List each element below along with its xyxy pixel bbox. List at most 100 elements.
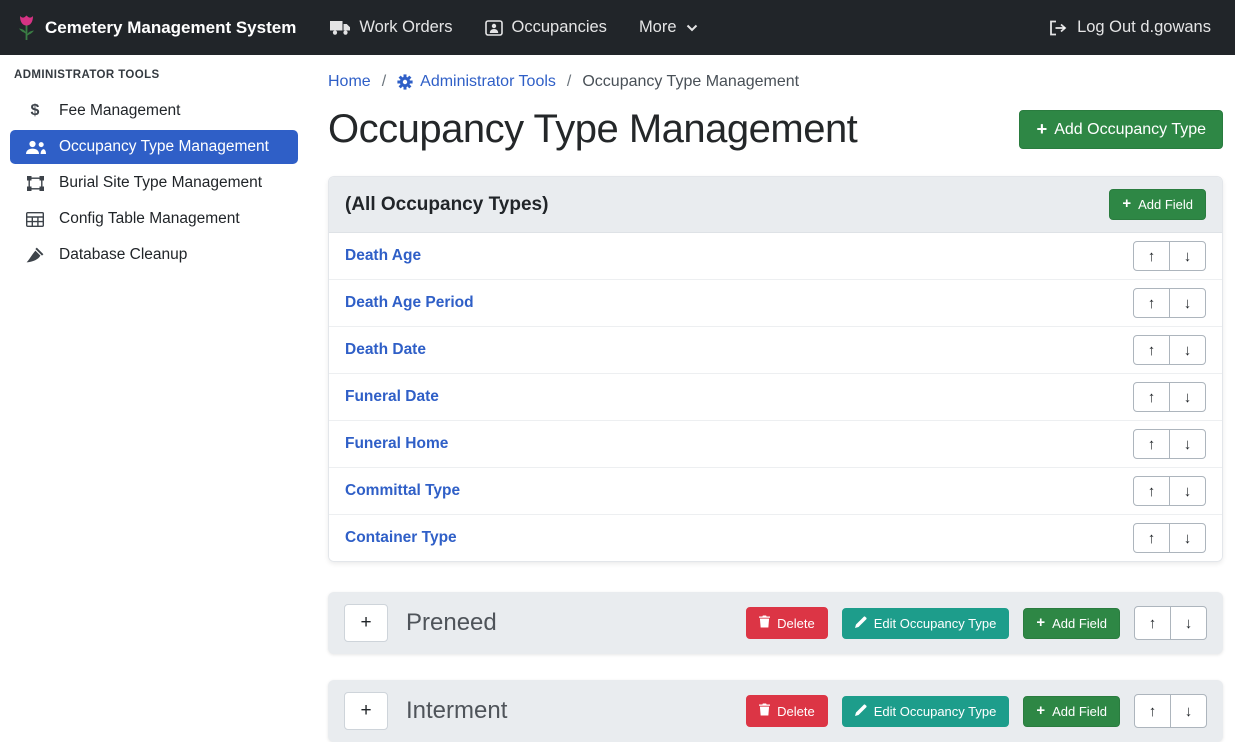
title-row: Occupancy Type Management + Add Occupanc… <box>328 107 1223 152</box>
field-link[interactable]: Funeral Date <box>345 388 439 406</box>
brand: Cemetery Management System <box>18 15 296 41</box>
plus-icon: + <box>1036 120 1047 138</box>
move-down-button[interactable]: ↓ <box>1169 241 1206 271</box>
card-header: (All Occupancy Types) + Add Field <box>329 177 1222 233</box>
delete-button[interactable]: Delete <box>746 695 828 727</box>
down-arrow-icon: ↓ <box>1184 530 1192 547</box>
delete-label: Delete <box>777 704 815 719</box>
reorder-buttons: ↑ ↓ <box>1133 241 1206 271</box>
pencil-icon <box>855 704 867 719</box>
move-up-button[interactable]: ↑ <box>1133 382 1170 412</box>
dollar-icon: $ <box>24 102 46 120</box>
sidebar-heading: ADMINISTRATOR TOOLS <box>0 69 308 81</box>
trash-icon <box>759 703 770 719</box>
up-arrow-icon: ↑ <box>1149 703 1157 720</box>
logout-icon <box>1049 20 1068 36</box>
field-row: Death Age Period ↑ ↓ <box>329 280 1222 327</box>
reorder-buttons: ↑ ↓ <box>1133 523 1206 553</box>
plus-icon: + <box>1036 704 1045 719</box>
section-title: Interment <box>406 697 507 725</box>
sidebar-item-config-table-management[interactable]: Config Table Management <box>10 202 298 236</box>
up-arrow-icon: ↑ <box>1148 342 1156 359</box>
field-link[interactable]: Funeral Home <box>345 435 448 453</box>
down-arrow-icon: ↓ <box>1184 295 1192 312</box>
sidebar-item-occupancy-type-management[interactable]: Occupancy Type Management <box>10 130 298 164</box>
edit-occupancy-type-button[interactable]: Edit Occupancy Type <box>842 696 1010 727</box>
edit-occupancy-type-button[interactable]: Edit Occupancy Type <box>842 608 1010 639</box>
move-down-button[interactable]: ↓ <box>1170 694 1207 728</box>
section-title: Preneed <box>406 609 497 637</box>
up-arrow-icon: ↑ <box>1148 295 1156 312</box>
nav-more-label: More <box>639 18 677 37</box>
move-up-button[interactable]: ↑ <box>1133 476 1170 506</box>
field-link[interactable]: Death Age Period <box>345 294 474 312</box>
nav-work-orders[interactable]: Work Orders <box>330 18 452 37</box>
down-arrow-icon: ↓ <box>1184 483 1192 500</box>
plus-icon: + <box>360 612 371 634</box>
up-arrow-icon: ↑ <box>1148 248 1156 265</box>
move-down-button[interactable]: ↓ <box>1169 476 1206 506</box>
move-up-button[interactable]: ↑ <box>1134 694 1171 728</box>
add-field-label: Add Field <box>1052 616 1107 631</box>
field-row: Committal Type ↑ ↓ <box>329 468 1222 515</box>
plus-icon: + <box>360 700 371 722</box>
plus-icon: + <box>1036 616 1045 631</box>
section-actions: Delete Edit Occupancy Type + Add Field ↑ <box>746 694 1207 728</box>
breadcrumb-home-link[interactable]: Home <box>328 73 371 91</box>
add-field-button[interactable]: + Add Field <box>1023 696 1120 727</box>
frame-icon <box>24 176 46 191</box>
sidebar-item-database-cleanup[interactable]: Database Cleanup <box>10 238 298 272</box>
move-up-button[interactable]: ↑ <box>1133 523 1170 553</box>
field-row: Death Date ↑ ↓ <box>329 327 1222 374</box>
truck-icon <box>330 20 350 35</box>
sidebar-item-label: Config Table Management <box>59 210 240 228</box>
field-link[interactable]: Death Date <box>345 341 426 359</box>
page-title: Occupancy Type Management <box>328 107 857 152</box>
delete-label: Delete <box>777 616 815 631</box>
add-field-button[interactable]: + Add Field <box>1023 608 1120 639</box>
add-field-button[interactable]: + Add Field <box>1109 189 1206 220</box>
move-down-button[interactable]: ↓ <box>1170 606 1207 640</box>
down-arrow-icon: ↓ <box>1184 342 1192 359</box>
reorder-buttons: ↑ ↓ <box>1133 476 1206 506</box>
sidebar-item-burial-site-type-management[interactable]: Burial Site Type Management <box>10 166 298 200</box>
expand-button[interactable]: + <box>344 692 388 730</box>
edit-label: Edit Occupancy Type <box>874 616 997 631</box>
reorder-buttons: ↑ ↓ <box>1133 429 1206 459</box>
field-link[interactable]: Container Type <box>345 529 457 547</box>
add-occupancy-type-button[interactable]: + Add Occupancy Type <box>1019 110 1223 148</box>
move-down-button[interactable]: ↓ <box>1169 382 1206 412</box>
down-arrow-icon: ↓ <box>1184 389 1192 406</box>
gear-icon <box>397 74 413 90</box>
delete-button[interactable]: Delete <box>746 607 828 639</box>
move-up-button[interactable]: ↑ <box>1134 606 1171 640</box>
users-icon <box>24 140 46 155</box>
move-down-button[interactable]: ↓ <box>1169 288 1206 318</box>
breadcrumb-admin-tools-link[interactable]: Administrator Tools <box>397 73 556 91</box>
field-link[interactable]: Committal Type <box>345 482 460 500</box>
move-down-button[interactable]: ↓ <box>1169 335 1206 365</box>
top-navbar: Cemetery Management System Work Orders O… <box>0 0 1235 55</box>
move-up-button[interactable]: ↑ <box>1133 335 1170 365</box>
breadcrumb-separator: / <box>567 73 571 91</box>
field-row: Funeral Home ↑ ↓ <box>329 421 1222 468</box>
field-link[interactable]: Death Age <box>345 247 421 265</box>
logout-link[interactable]: Log Out d.gowans <box>1049 18 1211 37</box>
navbar-right: Log Out d.gowans <box>1049 18 1217 37</box>
sidebar-item-fee-management[interactable]: $ Fee Management <box>10 94 298 128</box>
move-up-button[interactable]: ↑ <box>1133 288 1170 318</box>
page-layout: ADMINISTRATOR TOOLS $ Fee Management Occ… <box>0 55 1235 738</box>
move-down-button[interactable]: ↓ <box>1169 523 1206 553</box>
reorder-buttons: ↑ ↓ <box>1134 606 1207 640</box>
card-title: (All Occupancy Types) <box>345 194 548 216</box>
nav-occupancies[interactable]: Occupancies <box>485 18 607 37</box>
move-down-button[interactable]: ↓ <box>1169 429 1206 459</box>
nav-more[interactable]: More <box>639 18 698 37</box>
add-occupancy-type-label: Add Occupancy Type <box>1054 121 1206 139</box>
move-up-button[interactable]: ↑ <box>1133 241 1170 271</box>
breadcrumb-current: Occupancy Type Management <box>582 73 799 91</box>
occupancy-frame-icon <box>485 20 503 36</box>
expand-button[interactable]: + <box>344 604 388 642</box>
move-up-button[interactable]: ↑ <box>1133 429 1170 459</box>
up-arrow-icon: ↑ <box>1148 436 1156 453</box>
